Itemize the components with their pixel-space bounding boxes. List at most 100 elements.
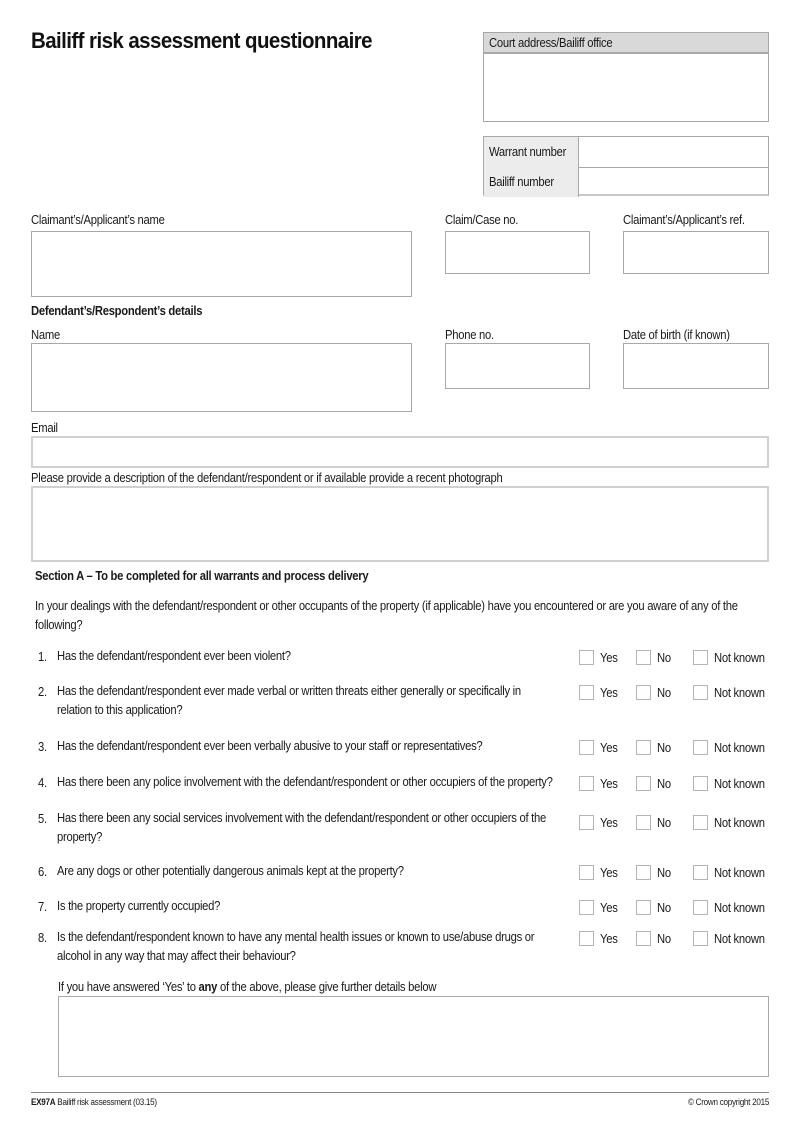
checkbox-not-known[interactable]	[693, 776, 708, 791]
claim-case-no-field[interactable]	[445, 231, 590, 274]
warrant-number-label-cell: Warrant number	[484, 137, 579, 167]
checkbox-not-known[interactable]	[693, 900, 708, 915]
claimant-ref-field[interactable]	[623, 231, 769, 274]
checkbox-not-known[interactable]	[693, 740, 708, 755]
question-number: 2.	[38, 685, 47, 699]
checkbox-no[interactable]	[636, 931, 651, 946]
checkbox-label-yes: Yes	[600, 651, 618, 665]
checkbox-no[interactable]	[636, 900, 651, 915]
page-title: Bailiff risk assessment questionnaire	[31, 28, 373, 53]
checkbox-yes[interactable]	[579, 740, 594, 755]
section-a-heading: Section A – To be completed for all warr…	[35, 569, 369, 583]
checkbox-no[interactable]	[636, 740, 651, 755]
checkbox-not-known[interactable]	[693, 685, 708, 700]
further-details-emphasis: any	[198, 980, 218, 994]
checkbox-label-no: No	[657, 866, 671, 880]
dob-label: Date of birth (if known)	[623, 328, 730, 342]
description-field[interactable]	[31, 486, 769, 562]
question-number: 5.	[38, 812, 47, 826]
further-details-suffix: of the above, please give further detail…	[217, 980, 437, 994]
checkbox-no[interactable]	[636, 865, 651, 880]
checkbox-label-yes: Yes	[600, 932, 618, 946]
checkbox-label-not-known: Not known	[714, 901, 765, 915]
checkbox-label-yes: Yes	[600, 866, 618, 880]
phone-no-field[interactable]	[445, 343, 590, 389]
question-text: Are any dogs or other potentially danger…	[57, 864, 404, 878]
description-label: Please provide a description of the defe…	[31, 471, 503, 485]
checkbox-not-known[interactable]	[693, 865, 708, 880]
further-details-label: If you have answered ‘Yes’ to any of the…	[58, 980, 436, 994]
checkbox-label-yes: Yes	[600, 777, 618, 791]
warrant-number-row: Warrant number	[484, 137, 768, 168]
question-text: Has the defendant/respondent ever been v…	[57, 739, 483, 753]
further-details-prefix: If you have answered ‘Yes’ to	[58, 980, 199, 994]
checkbox-label-no: No	[657, 777, 671, 791]
checkbox-no[interactable]	[636, 685, 651, 700]
claimant-name-label: Claimant’s/Applicant’s name	[31, 213, 165, 227]
court-address-header: Court address/Bailiff office	[483, 32, 769, 54]
checkbox-yes[interactable]	[579, 900, 594, 915]
claim-case-no-label: Claim/Case no.	[445, 213, 519, 227]
checkbox-label-not-known: Not known	[714, 777, 765, 791]
question-text: Has there been any police involvement wi…	[57, 775, 553, 789]
email-label: Email	[31, 421, 58, 435]
checkbox-label-not-known: Not known	[714, 932, 765, 946]
checkbox-label-not-known: Not known	[714, 651, 765, 665]
bailiff-number-label-cell: Bailiff number	[484, 167, 579, 197]
question-text: Is the defendant/respondent known to hav…	[57, 930, 535, 963]
checkbox-label-no: No	[657, 686, 671, 700]
checkbox-not-known[interactable]	[693, 650, 708, 665]
checkbox-yes[interactable]	[579, 650, 594, 665]
email-field[interactable]	[31, 436, 769, 468]
bailiff-number-row: Bailiff number	[484, 167, 768, 197]
checkbox-label-yes: Yes	[600, 901, 618, 915]
bailiff-number-field[interactable]	[579, 167, 768, 197]
footer-copyright: © Crown copyright 2015	[688, 1097, 770, 1107]
defendant-name-label: Name	[31, 328, 60, 342]
checkbox-yes[interactable]	[579, 685, 594, 700]
question-text: Has there been any social services invol…	[57, 811, 547, 844]
checkbox-yes[interactable]	[579, 931, 594, 946]
checkbox-no[interactable]	[636, 650, 651, 665]
checkbox-label-no: No	[657, 932, 671, 946]
checkbox-label-no: No	[657, 651, 671, 665]
checkbox-yes[interactable]	[579, 815, 594, 830]
checkbox-label-not-known: Not known	[714, 816, 765, 830]
checkbox-not-known[interactable]	[693, 931, 708, 946]
warrant-number-field[interactable]	[579, 137, 768, 167]
question-number: 8.	[38, 931, 47, 945]
question-text: Is the property currently occupied?	[57, 899, 221, 913]
checkbox-label-yes: Yes	[600, 816, 618, 830]
question-text: Has the defendant/respondent ever been v…	[57, 649, 291, 663]
warrant-number-label: Warrant number	[489, 145, 567, 159]
checkbox-label-yes: Yes	[600, 686, 618, 700]
footer-form-id: EX97A Bailiff risk assessment (03.15)	[31, 1097, 157, 1107]
checkbox-no[interactable]	[636, 776, 651, 791]
dob-field[interactable]	[623, 343, 769, 389]
footer-form-code: EX97A	[31, 1097, 56, 1107]
further-details-field[interactable]	[58, 996, 769, 1077]
question-number: 1.	[38, 650, 47, 664]
checkbox-label-no: No	[657, 816, 671, 830]
bailiff-number-label: Bailiff number	[489, 175, 554, 189]
question-text: Has the defendant/respondent ever made v…	[57, 684, 521, 717]
warrant-table: Warrant number Bailiff number	[483, 136, 769, 197]
checkbox-label-no: No	[657, 901, 671, 915]
checkbox-not-known[interactable]	[693, 815, 708, 830]
checkbox-label-no: No	[657, 741, 671, 755]
phone-no-label: Phone no.	[445, 328, 494, 342]
question-number: 7.	[38, 900, 47, 914]
question-number: 6.	[38, 865, 47, 879]
claimant-ref-label: Claimant’s/Applicant’s ref.	[623, 213, 745, 227]
footer-divider	[31, 1092, 769, 1093]
checkbox-yes[interactable]	[579, 776, 594, 791]
section-a-intro: In your dealings with the defendant/resp…	[35, 599, 738, 632]
claimant-name-field[interactable]	[31, 231, 412, 297]
checkbox-label-not-known: Not known	[714, 741, 765, 755]
defendant-name-field[interactable]	[31, 343, 412, 412]
question-number: 3.	[38, 740, 47, 754]
court-address-field[interactable]	[483, 53, 769, 122]
checkbox-label-not-known: Not known	[714, 686, 765, 700]
checkbox-yes[interactable]	[579, 865, 594, 880]
checkbox-no[interactable]	[636, 815, 651, 830]
